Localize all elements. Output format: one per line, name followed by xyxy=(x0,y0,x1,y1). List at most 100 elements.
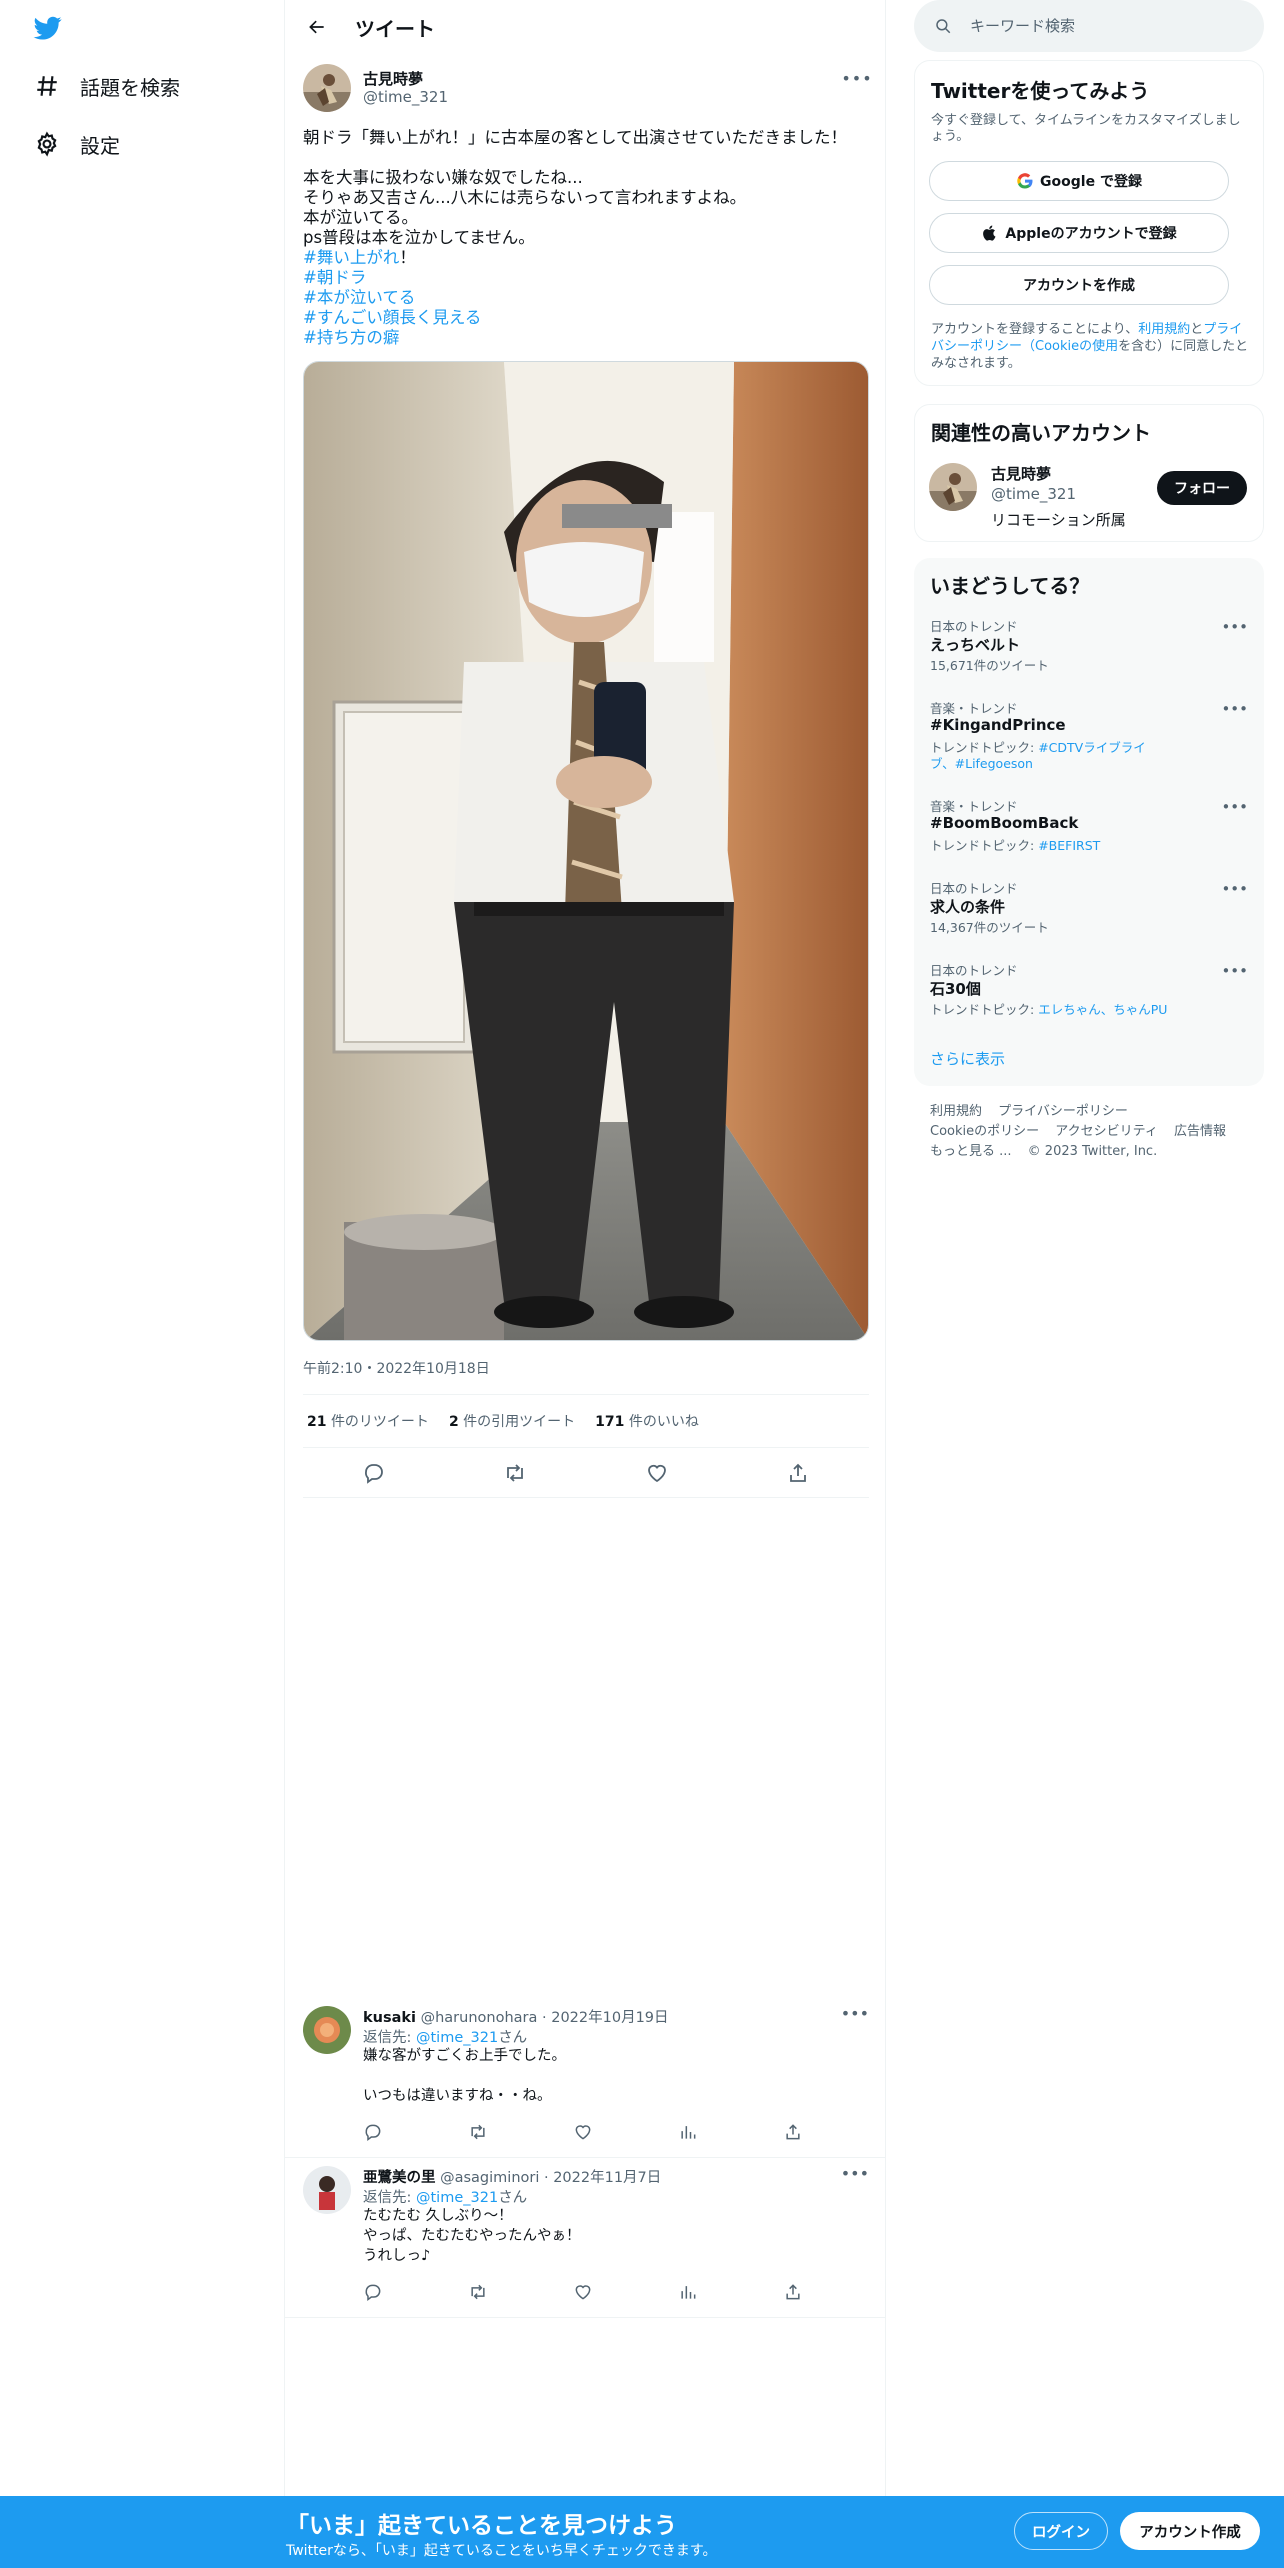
tweet-photo[interactable] xyxy=(303,361,869,1341)
show-more-link[interactable]: さらに表示 xyxy=(930,1048,1005,1069)
reply-date[interactable]: 2022年10月19日 xyxy=(551,2010,668,2026)
cookie-link[interactable]: Cookieの使用 xyxy=(1035,339,1118,354)
like-icon[interactable] xyxy=(573,2282,593,2302)
create-account-button[interactable]: アカウントを作成 xyxy=(929,265,1229,305)
like-icon[interactable] xyxy=(645,1461,669,1485)
footer-link[interactable]: 広告情報 xyxy=(1174,1124,1226,1139)
author-handle[interactable]: @time_321 xyxy=(363,88,448,106)
reply-to: 返信先: @time_321さん xyxy=(363,2026,527,2047)
hashtag-suffix: ！ xyxy=(399,248,416,267)
trend-item[interactable]: 日本のトレンド 求人の条件 14,367件のツイート ••• xyxy=(914,878,1264,948)
reply-to-link[interactable]: @time_321 xyxy=(416,2190,498,2206)
related-avatar[interactable] xyxy=(929,463,977,511)
footer-link[interactable]: アクセシビリティ xyxy=(1055,1124,1158,1139)
footer-link[interactable]: 利用規約 xyxy=(930,1104,982,1119)
reply-author-name[interactable]: 亜鷺美の里 xyxy=(363,2170,436,2186)
hashtag-link[interactable]: #舞い上がれ xyxy=(303,248,399,267)
trend-topic[interactable]: #BEFIRST xyxy=(1038,838,1100,853)
search-input[interactable] xyxy=(970,17,1230,35)
like-count-value: 171 xyxy=(595,1414,625,1430)
tweet-text-line xyxy=(303,148,869,168)
reply-icon[interactable] xyxy=(362,1461,386,1485)
nav-explore[interactable]: 話題を検索 xyxy=(34,66,180,106)
trend-category: 音楽・トレンド xyxy=(930,701,1018,716)
reply-separator: · xyxy=(543,2170,549,2186)
search-box[interactable] xyxy=(914,0,1264,52)
reply-author-handle[interactable]: @asagiminori xyxy=(440,2170,539,2186)
trend-item[interactable]: 音楽・トレンド #KingandPrince トレンドトピック: #CDTVライ… xyxy=(914,698,1264,778)
reply-tweet[interactable]: kusaki @harunonohara · 2022年10月19日 ••• 返… xyxy=(285,1998,885,2158)
reply-icon[interactable] xyxy=(363,2122,383,2142)
more-options-icon[interactable]: ••• xyxy=(1221,798,1248,816)
hashtag-link[interactable]: #持ち方の癖 xyxy=(303,328,399,347)
hashtag-link[interactable]: #本が泣いてる xyxy=(303,288,415,307)
retweet-icon[interactable] xyxy=(468,2122,488,2142)
share-icon[interactable] xyxy=(783,2122,803,2142)
reply-tweet[interactable]: 亜鷺美の里 @asagiminori · 2022年11月7日 ••• 返信先:… xyxy=(285,2158,885,2318)
hashtag-line: #持ち方の癖 xyxy=(303,328,869,348)
retweet-icon[interactable] xyxy=(503,1461,527,1485)
hashtag-link[interactable]: #朝ドラ xyxy=(303,268,366,287)
hashtag-line: #すんごい顔長く見える xyxy=(303,308,869,328)
nav-settings[interactable]: 設定 xyxy=(34,124,120,164)
more-options-icon[interactable]: ••• xyxy=(841,2164,869,2183)
trend-category: 日本のトレンド xyxy=(930,963,1018,978)
related-name[interactable]: 古見時夢 xyxy=(991,463,1051,484)
trend-item[interactable]: 音楽・トレンド #BoomBoomBack トレンドトピック: #BEFIRST… xyxy=(914,796,1264,866)
author-avatar[interactable] xyxy=(303,64,351,112)
trend-item[interactable]: 日本のトレンド 石30個 トレンドトピック: エレちゃん、ちゃんPU ••• xyxy=(914,960,1264,1030)
reply-actions xyxy=(363,2122,803,2148)
trend-topic[interactable]: エレちゃん、ちゃんPU xyxy=(1038,1002,1167,1017)
login-button[interactable]: ログイン xyxy=(1014,2512,1108,2550)
retweet-icon[interactable] xyxy=(468,2282,488,2302)
share-icon[interactable] xyxy=(783,2282,803,2302)
quote-count[interactable]: 2 件の引用ツイート xyxy=(449,1411,575,1431)
more-options-icon[interactable]: ••• xyxy=(1221,618,1248,636)
quote-count-label: 件の引用ツイート xyxy=(463,1414,576,1430)
more-options-icon[interactable]: ••• xyxy=(1221,700,1248,718)
analytics-icon[interactable] xyxy=(678,2282,698,2302)
trend-meta: トレンドトピック: #BEFIRST xyxy=(930,838,1170,854)
more-options-icon[interactable]: ••• xyxy=(841,66,871,90)
reply-text-line: いつもは違いますね・・ね。 xyxy=(363,2088,552,2104)
like-icon[interactable] xyxy=(573,2122,593,2142)
reply-author-name[interactable]: kusaki xyxy=(363,2010,416,2026)
more-options-icon[interactable]: ••• xyxy=(841,2004,869,2023)
hashtag-icon xyxy=(34,73,60,99)
tweet-text: 朝ドラ「舞い上がれ！」に古本屋の客として出演させていただきました！ 本を大事に扱… xyxy=(303,128,869,348)
google-signup-button[interactable]: Google で登録 xyxy=(929,161,1229,201)
signup-legal: アカウントを登録することにより、利用規約とプライバシーポリシー（Cookieの使… xyxy=(931,321,1249,372)
like-count[interactable]: 171 件のいいね xyxy=(595,1411,699,1431)
apple-signup-button[interactable]: Appleのアカウントで登録 xyxy=(929,213,1229,253)
reply-text: たむたむ 久しぶり〜！ やっぱ、たむたむやったんやぁ！ うれしっ♪ xyxy=(363,2206,581,2266)
hashtag-link[interactable]: #すんごい顔長く見える xyxy=(303,308,481,327)
footer-link[interactable]: プライバシーポリシー xyxy=(998,1104,1128,1119)
related-handle[interactable]: @time_321 xyxy=(991,485,1076,503)
more-options-icon[interactable]: ••• xyxy=(1221,880,1248,898)
tweet-timestamp[interactable]: 午前2:10・2022年10月18日 xyxy=(303,1358,490,1378)
more-options-icon[interactable]: ••• xyxy=(1221,962,1248,980)
tweet-text-line: そりゃあ又吉さん...八木には売らないって言われますよね。 xyxy=(303,188,747,207)
signup-button[interactable]: アカウント作成 xyxy=(1120,2512,1260,2550)
footer-link[interactable]: Cookieのポリシー xyxy=(930,1124,1039,1139)
tweet-text-line: ps普段は本を泣かしてません。 xyxy=(303,228,535,247)
reply-icon[interactable] xyxy=(363,2282,383,2302)
share-icon[interactable] xyxy=(786,1461,810,1485)
analytics-icon[interactable] xyxy=(678,2122,698,2142)
reply-avatar[interactable] xyxy=(303,2166,351,2214)
terms-link[interactable]: 利用規約 xyxy=(1138,322,1190,337)
follow-button[interactable]: フォロー xyxy=(1157,471,1247,505)
author-name[interactable]: 古見時夢 xyxy=(363,68,423,89)
reply-to-link[interactable]: @time_321 xyxy=(416,2030,498,2046)
retweet-count[interactable]: 21 件のリツイート xyxy=(307,1411,429,1431)
footer-link[interactable]: もっと見る ... xyxy=(930,1144,1012,1159)
nav-settings-label: 設定 xyxy=(80,133,120,158)
tweet-text-line: 朝ドラ「舞い上がれ！」に古本屋の客として出演させていただきました！ xyxy=(303,128,848,147)
back-arrow-icon[interactable] xyxy=(299,9,335,45)
reply-date[interactable]: 2022年11月7日 xyxy=(553,2170,661,2186)
reply-author-handle[interactable]: @harunonohara xyxy=(421,2010,538,2026)
reply-avatar[interactable] xyxy=(303,2006,351,2054)
trend-item[interactable]: 日本のトレンド えっちベルト 15,671件のツイート ••• xyxy=(914,616,1264,686)
gear-icon xyxy=(34,131,60,157)
twitter-bird-icon[interactable] xyxy=(32,14,64,42)
